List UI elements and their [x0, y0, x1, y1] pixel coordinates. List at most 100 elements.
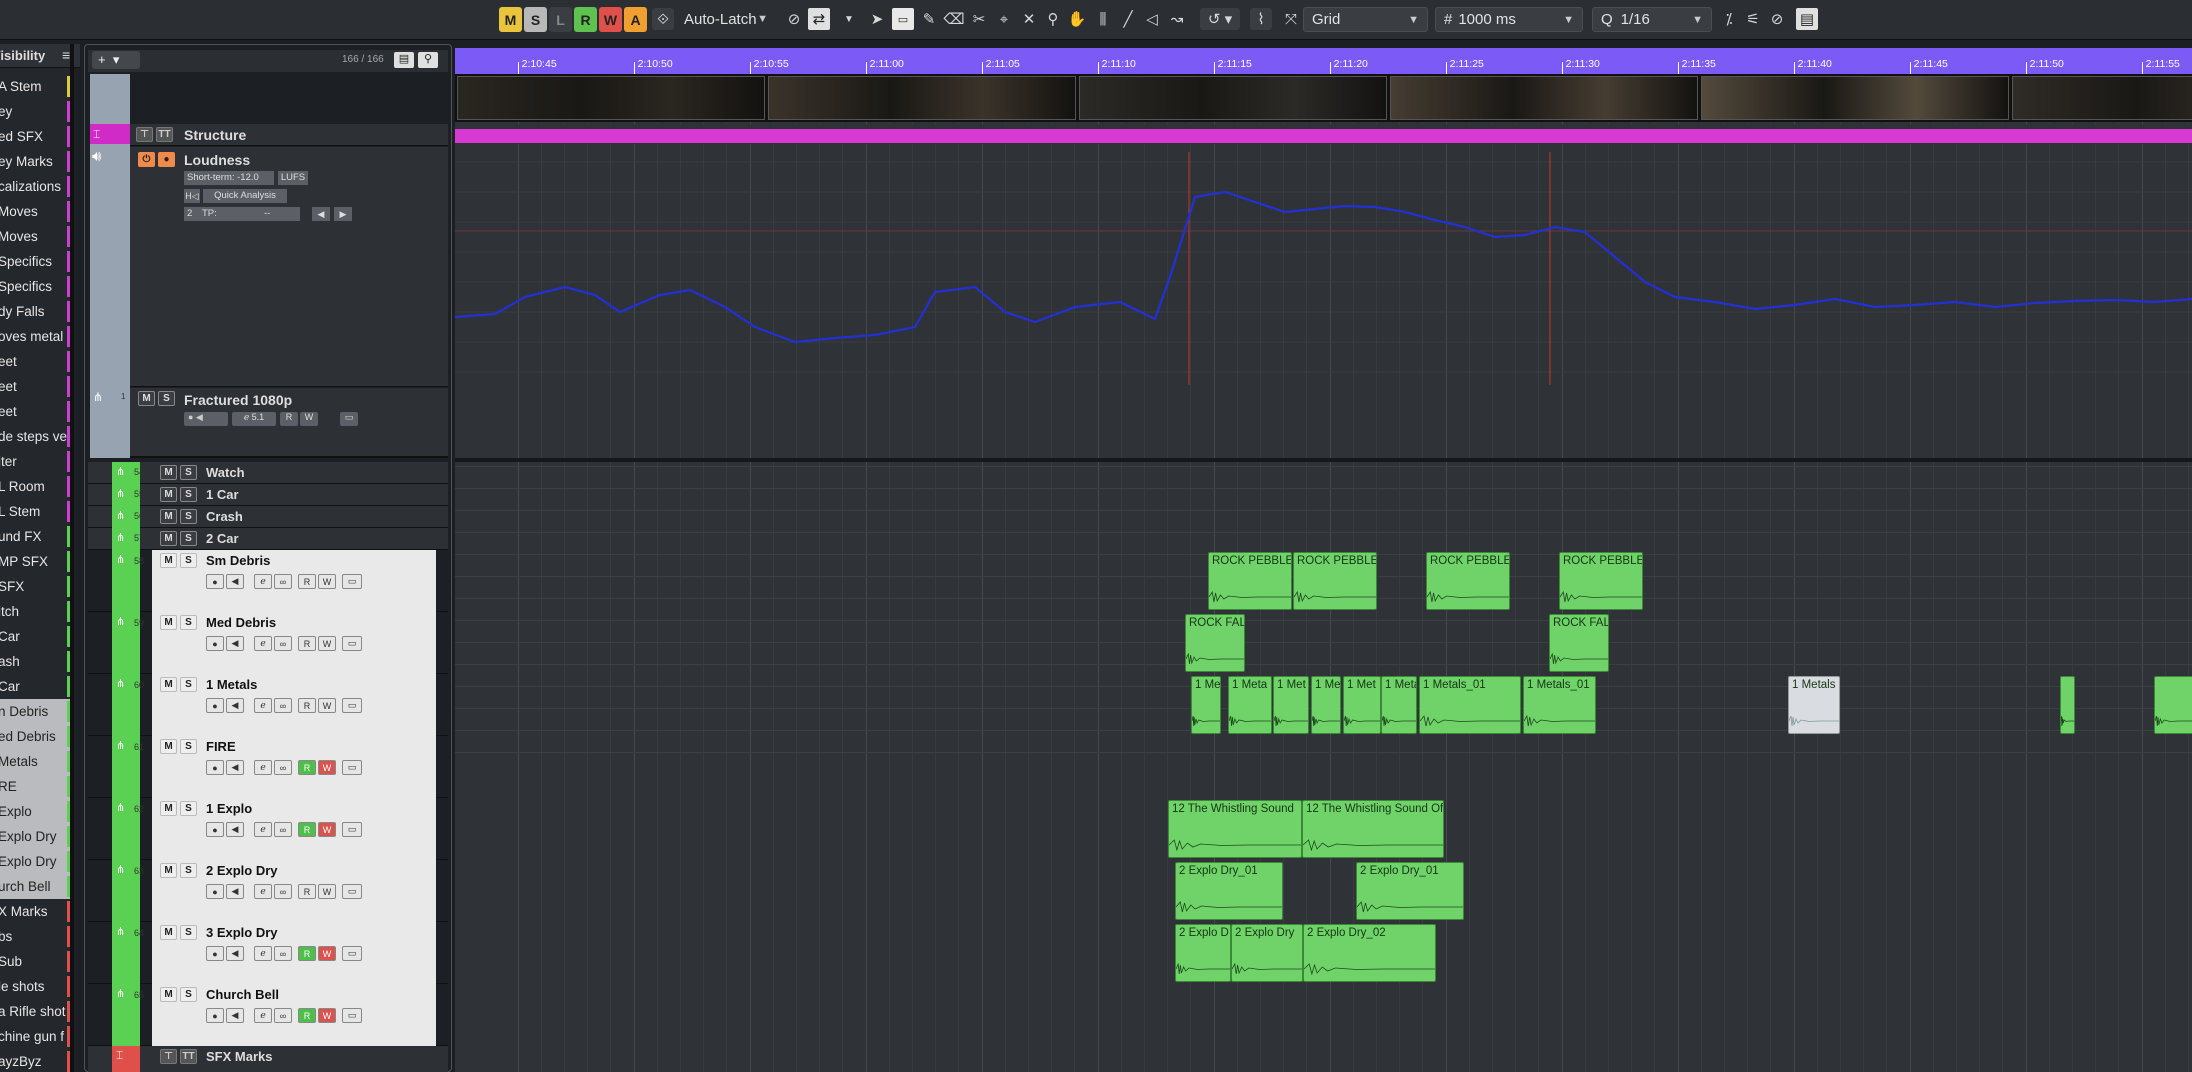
- monitor-button[interactable]: ●: [206, 822, 224, 837]
- audio-clip[interactable]: 1 Metals_01: [1419, 676, 1521, 734]
- add-track-button[interactable]: + ▾: [92, 51, 140, 69]
- track-row-collapsed[interactable]: ⋔ 55 M S 1 Car: [88, 484, 448, 506]
- edit-lanes-icon[interactable]: ▭: [342, 636, 362, 651]
- edit-channel-icon[interactable]: ℯ: [254, 760, 272, 775]
- record-enable-button[interactable]: ◀: [226, 574, 244, 589]
- visibility-item[interactable]: SFX: [0, 574, 70, 599]
- visibility-item[interactable]: Specifics: [0, 274, 70, 299]
- record-enable-button[interactable]: ◀: [226, 698, 244, 713]
- visibility-item[interactable]: Explo Dry: [0, 824, 70, 849]
- visibility-item[interactable]: ed SFX: [0, 124, 70, 149]
- visibility-item[interactable]: Car: [0, 674, 70, 699]
- scissors-icon[interactable]: ✂: [968, 8, 990, 30]
- mute-button[interactable]: M: [160, 863, 177, 878]
- line-tool-icon[interactable]: ╱: [1117, 8, 1139, 30]
- monitor-button[interactable]: ●: [206, 760, 224, 775]
- mute-button[interactable]: M: [138, 391, 155, 406]
- audio-clip[interactable]: 1 Meta: [1381, 676, 1417, 734]
- visibility-item[interactable]: chine gun f: [0, 1024, 70, 1049]
- folder-track-row[interactable]: ⌶ ⊤ TT SFX Marks: [88, 1046, 448, 1072]
- read-automation-button[interactable]: R: [298, 760, 316, 775]
- quantize-dropdown[interactable]: Q 1/16 ▼: [1592, 7, 1712, 32]
- visibility-item[interactable]: A Stem: [0, 74, 70, 99]
- track-row[interactable]: ⋔ 63 M S 2 Explo Dry ● ◀ ℯ ∞ R W ▭: [88, 860, 448, 922]
- visibility-item[interactable]: eet: [0, 399, 70, 424]
- audio-clip[interactable]: 12 The Whistling Sound: [1168, 800, 1302, 858]
- visibility-item[interactable]: eet: [0, 374, 70, 399]
- visibility-item[interactable]: Sub: [0, 949, 70, 974]
- glue-icon[interactable]: ⌖: [993, 8, 1015, 30]
- audio-clip[interactable]: ROCK FAL: [1185, 614, 1245, 672]
- write-automation-button[interactable]: W: [318, 1008, 336, 1023]
- visibility-item[interactable]: Car: [0, 624, 70, 649]
- toolbar-settings-icon[interactable]: ▤: [1796, 8, 1818, 30]
- edit-channel-icon[interactable]: ℯ: [254, 574, 272, 589]
- visibility-item[interactable]: bs: [0, 924, 70, 949]
- track-row[interactable]: ⋔ 61 M S FIRE ● ◀ ℯ ∞ R W ▭: [88, 736, 448, 798]
- read-automation-button[interactable]: R: [298, 574, 316, 589]
- write-automation-button[interactable]: W: [318, 760, 336, 775]
- visibility-item[interactable]: und FX: [0, 524, 70, 549]
- audio-clip[interactable]: ROCK PEBBLE: [1293, 552, 1377, 610]
- audio-clip[interactable]: ROCK PEBBLE: [1559, 552, 1643, 610]
- channel-config[interactable]: ℯ 5.1: [232, 412, 276, 426]
- read-automation-button[interactable]: R: [298, 1008, 316, 1023]
- edit-lanes-icon[interactable]: ▭: [342, 1008, 362, 1023]
- text-icon[interactable]: TT: [180, 1049, 197, 1064]
- read-automation-button[interactable]: R: [298, 946, 316, 961]
- solo-button[interactable]: S: [180, 465, 197, 480]
- track-list-view-icon[interactable]: ▤: [394, 52, 414, 68]
- reset-icon[interactable]: H◁: [184, 189, 200, 203]
- visibility-item[interactable]: ayzByz: [0, 1049, 70, 1072]
- hand-icon[interactable]: ✋: [1066, 8, 1088, 30]
- track-row[interactable]: ⋔ 62 M S 1 Explo ● ◀ ℯ ∞ R W ▭: [88, 798, 448, 860]
- write-automation-button[interactable]: W: [318, 822, 336, 837]
- audio-clip[interactable]: 1 Met: [1343, 676, 1381, 734]
- link-icon[interactable]: ∞: [274, 574, 292, 589]
- quantize-apply-icon[interactable]: ⚟: [1742, 8, 1764, 30]
- monitor-button[interactable]: ●: [206, 574, 224, 589]
- audio-clip[interactable]: 12 The Whistling Sound Of: [1302, 800, 1444, 858]
- record-enable-button[interactable]: ◀: [226, 636, 244, 651]
- lufs-unit-button[interactable]: LUFS: [278, 171, 308, 185]
- edit-lanes-icon[interactable]: ▭: [342, 946, 362, 961]
- audio-clip[interactable]: 1 Meta: [1228, 676, 1272, 734]
- solo-button[interactable]: S: [180, 863, 197, 878]
- audio-clip[interactable]: [2060, 676, 2075, 734]
- mute-button[interactable]: M: [160, 509, 177, 524]
- solo-button[interactable]: S: [180, 615, 197, 630]
- mute-button[interactable]: M: [160, 615, 177, 630]
- suspend-icon[interactable]: ⊘: [783, 8, 805, 30]
- visibility-item[interactable]: ey: [0, 99, 70, 124]
- audio-clip[interactable]: 2 Explo Dry: [1231, 924, 1303, 982]
- pencil-icon[interactable]: ✎: [918, 8, 940, 30]
- mode-button-r[interactable]: R: [574, 7, 597, 32]
- audio-clip[interactable]: ROCK PEBBLE: [1426, 552, 1510, 610]
- loudness-track[interactable]: ⏻ ● Loudness Short-term: -12.0 LUFS H◁ Q…: [130, 147, 448, 387]
- solo-button[interactable]: S: [180, 925, 197, 940]
- visibility-item[interactable]: ed Debris: [0, 724, 70, 749]
- pointer-tool-icon[interactable]: ➤: [866, 8, 888, 30]
- link-icon[interactable]: ∞: [274, 822, 292, 837]
- link-icon[interactable]: ∞: [274, 636, 292, 651]
- audio-clip[interactable]: 1 Metals: [1788, 676, 1840, 734]
- edit-channel-icon[interactable]: ℯ: [254, 1008, 272, 1023]
- speaker-icon[interactable]: 🔊︎: [92, 148, 101, 165]
- mute-button[interactable]: M: [160, 487, 177, 502]
- structure-event[interactable]: [455, 129, 2192, 143]
- color-tool-icon[interactable]: ↝: [1166, 8, 1188, 30]
- monitor-button[interactable]: ●: [206, 1008, 224, 1023]
- edit-lanes-icon[interactable]: ▭: [342, 698, 362, 713]
- structure-text-icon[interactable]: TT: [156, 127, 173, 142]
- edit-channel-icon[interactable]: ℯ: [254, 884, 272, 899]
- mode-button-l[interactable]: L: [549, 7, 572, 32]
- solo-button[interactable]: S: [180, 677, 197, 692]
- quick-analysis-button[interactable]: Quick Analysis: [203, 189, 287, 203]
- mute-button[interactable]: M: [160, 465, 177, 480]
- record-enable-button[interactable]: ◀: [226, 760, 244, 775]
- visibility-item[interactable]: le shots: [0, 974, 70, 999]
- lock-icon[interactable]: ⊤: [160, 1049, 177, 1064]
- write-automation-button[interactable]: W: [318, 636, 336, 651]
- mute-button[interactable]: M: [160, 801, 177, 816]
- visibility-item[interactable]: oves metal: [0, 324, 70, 349]
